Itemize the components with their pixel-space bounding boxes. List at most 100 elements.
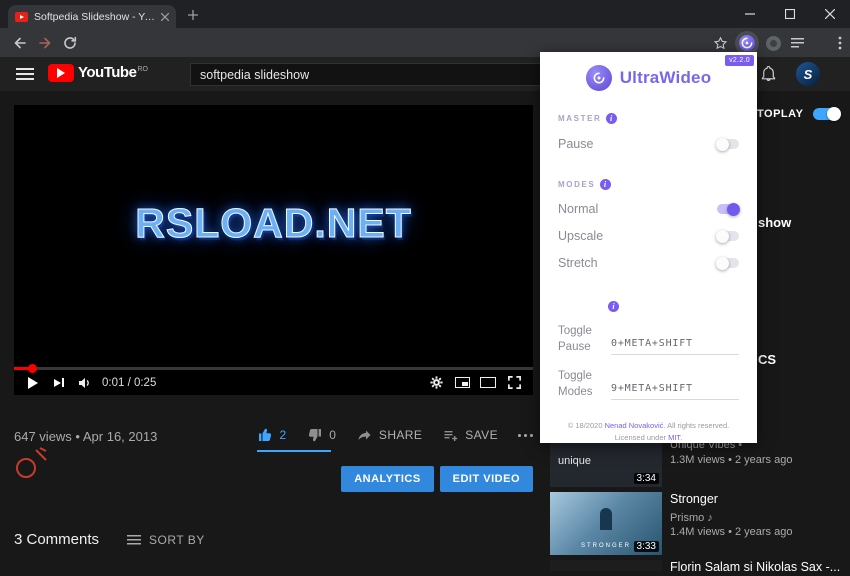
sort-by-label: SORT BY (149, 532, 205, 547)
upscale-label: Upscale (558, 229, 604, 243)
search-input[interactable] (190, 63, 560, 86)
version-badge: v2.2.0 (725, 55, 754, 66)
fullscreen-icon[interactable] (501, 370, 527, 395)
related-video-2[interactable]: STRONGER 3:33 Stronger Prismo ♪ 1.4M vie… (550, 492, 850, 555)
related-meta-1: 1.3M views • 2 years ago (670, 454, 793, 466)
video-player[interactable]: RSLOAD.NET 0:01 / 0:25 (14, 105, 533, 395)
info-icon[interactable]: i (608, 301, 619, 312)
popup-footer: © 18/2020 Nenad Novaković. All rights re… (558, 420, 739, 444)
toggle-pause-shortcut-input[interactable] (611, 338, 739, 356)
duration-badge: 3:33 (633, 541, 659, 552)
edit-video-button[interactable]: EDIT VIDEO (439, 466, 533, 492)
sort-by-button[interactable]: SORT BY (127, 533, 205, 547)
related-video-3[interactable]: Florin Salam si Nikolas Sax -... (550, 560, 850, 576)
channel-avatar-placeholder (16, 447, 47, 478)
related-title-3: Florin Salam si Nikolas Sax -... (670, 560, 841, 574)
ultrawideo-logo (585, 65, 612, 91)
license-link[interactable]: MIT (668, 433, 680, 442)
pause-toggle[interactable] (716, 137, 739, 151)
normal-toggle-row: Normal (558, 202, 740, 216)
next-button[interactable] (46, 370, 72, 395)
more-actions-icon[interactable] (518, 433, 533, 437)
reading-list-icon[interactable] (786, 31, 810, 55)
youtube-region-label: RO (137, 66, 148, 73)
reload-icon[interactable] (58, 31, 82, 55)
copyright-suffix: . All rights reserved. (663, 421, 730, 431)
toggle-pause-shortcut-label: Toggle Pause (558, 325, 592, 353)
thumb-down-icon (309, 429, 322, 442)
screen: { "browser": { "tab_title": "Softpedia S… (0, 0, 850, 574)
close-button[interactable] (810, 0, 850, 28)
license-prefix: Licensed under (614, 433, 669, 443)
youtube-play-icon (48, 64, 74, 82)
toggle-modes-shortcut-input[interactable] (611, 383, 739, 401)
thumbnail-text: unique (558, 455, 592, 467)
new-tab-button[interactable] (186, 8, 200, 22)
share-button[interactable]: SHARE (356, 427, 422, 443)
author-link[interactable]: Nenad Novaković (605, 421, 664, 430)
dislike-count: 0 (329, 428, 336, 442)
thumb-up-icon (258, 428, 271, 441)
menu-hamburger-icon[interactable] (16, 68, 34, 80)
master-label-text: MASTER (558, 114, 602, 123)
upscale-toggle-row: Upscale (558, 229, 739, 243)
time-display: 0:01 / 0:25 (102, 376, 157, 389)
play-button[interactable] (20, 370, 46, 395)
comments-header-row: 3 Comments SORT BY (14, 531, 205, 548)
tab-close-icon[interactable] (161, 12, 169, 21)
volume-icon[interactable] (72, 370, 98, 395)
youtube-favicon (15, 11, 28, 22)
normal-label: Normal (558, 202, 599, 216)
extension-icon[interactable] (761, 31, 785, 55)
tab-title: Softpedia Slideshow - YouTube (34, 10, 155, 23)
forward-icon[interactable] (33, 31, 57, 55)
silhouette-figure (600, 508, 612, 530)
minimize-button[interactable] (730, 0, 770, 28)
views-and-date: 647 views • Apr 16, 2013 (14, 429, 158, 444)
player-controls: 0:01 / 0:25 (14, 370, 533, 395)
autoplay-toggle[interactable] (813, 107, 842, 121)
browser-tab[interactable]: Softpedia Slideshow - YouTube (8, 5, 176, 28)
master-section-label: MASTER i (558, 113, 739, 124)
analytics-button[interactable]: ANALYTICS (341, 466, 434, 492)
modes-label-text: MODES (558, 180, 596, 189)
autoplay-row: TOPLAY (757, 107, 842, 121)
info-icon[interactable]: i (600, 179, 612, 190)
normal-toggle[interactable] (717, 202, 740, 216)
settings-gear-icon[interactable] (423, 370, 449, 395)
pause-toggle-row: Pause (558, 137, 739, 151)
miniplayer-icon[interactable] (449, 370, 475, 395)
like-button[interactable]: 2 (257, 427, 287, 443)
notifications-bell-icon[interactable] (760, 65, 777, 87)
related-channel-2: Prismo ♪ (670, 511, 713, 524)
account-avatar[interactable]: S (796, 62, 820, 86)
video-watermark-text: RSLOAD.NET (135, 200, 412, 247)
toggle-modes-shortcut-row: Toggle Modes (558, 369, 739, 401)
window-controls (730, 0, 850, 28)
modes-section-label: MODES i (558, 179, 739, 190)
theater-mode-icon[interactable] (475, 370, 501, 395)
dislike-button[interactable]: 0 (306, 427, 336, 443)
youtube-logo[interactable]: YouTubeRO (48, 64, 148, 82)
related-thumbnail-3[interactable] (550, 560, 662, 571)
upscale-toggle[interactable] (716, 229, 739, 243)
back-icon[interactable] (8, 31, 32, 55)
like-ratio-bar (256, 450, 331, 452)
autoplay-label-fragment: TOPLAY (757, 108, 804, 120)
save-button[interactable]: SAVE (442, 427, 498, 443)
toggle-modes-shortcut-label: Toggle Modes (558, 370, 593, 398)
browser-menu-icon[interactable] (828, 31, 850, 55)
like-count: 2 (279, 428, 287, 442)
comments-count: 3 Comments (14, 531, 100, 548)
info-icon[interactable]: i (606, 113, 618, 124)
stretch-toggle-row: Stretch (558, 256, 739, 270)
app-name: UltraWideo (619, 68, 712, 87)
stretch-label: Stretch (558, 256, 598, 270)
related-thumbnail-2[interactable]: STRONGER 3:33 (550, 492, 662, 555)
stretch-toggle[interactable] (716, 256, 739, 270)
save-label: SAVE (465, 428, 498, 442)
license-suffix: . (680, 433, 683, 443)
maximize-button[interactable] (770, 0, 810, 28)
shortcuts-info: i (608, 296, 739, 314)
duration-badge: 3:34 (633, 473, 659, 484)
